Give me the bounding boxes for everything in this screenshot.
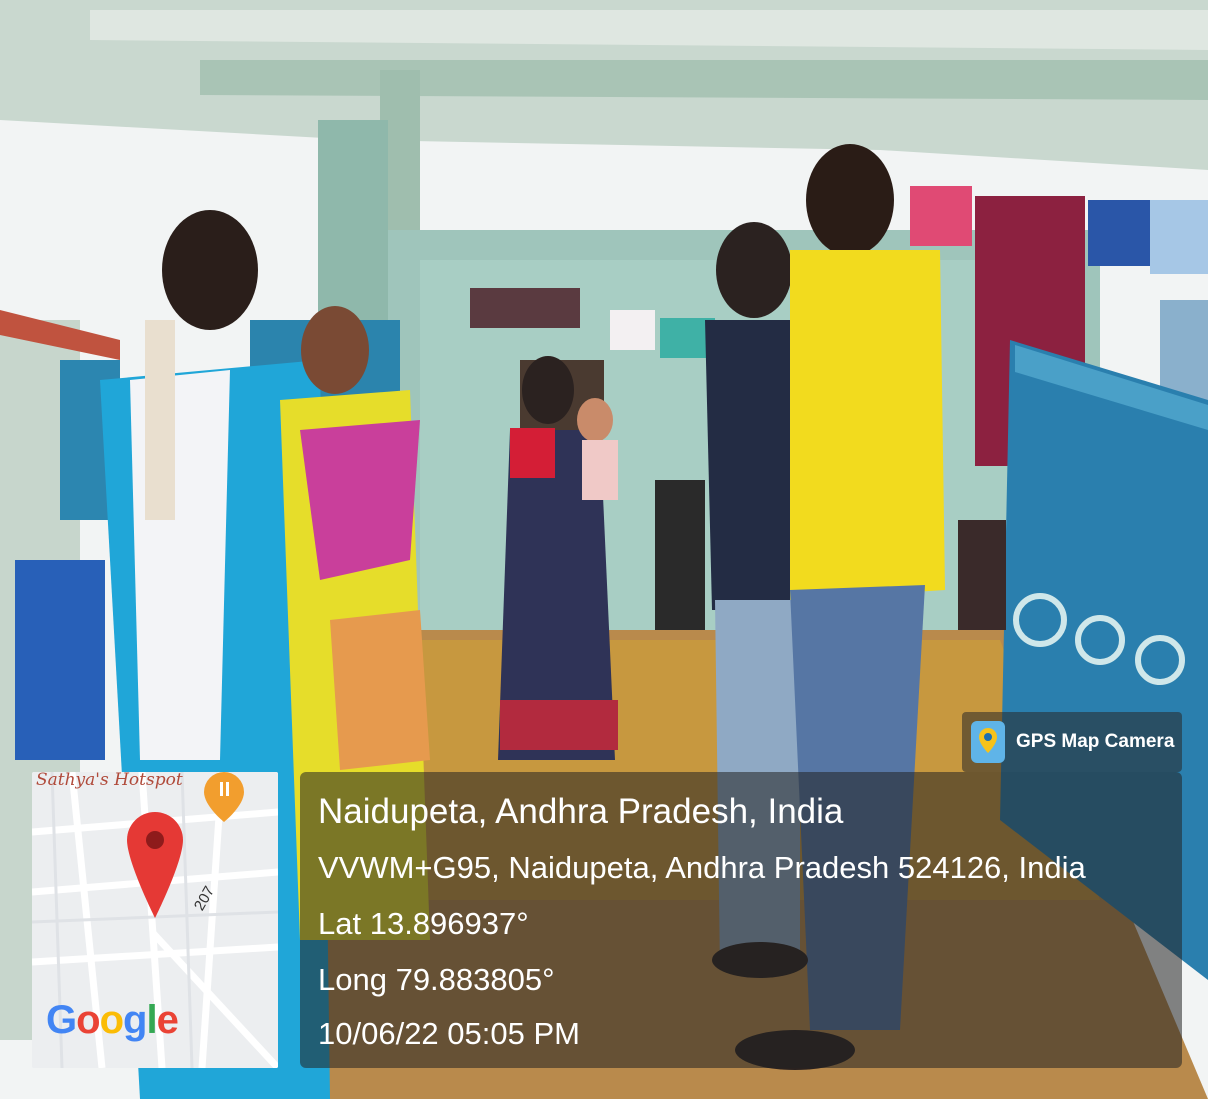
map-place-label: Sathya's Hotspot xyxy=(36,772,183,790)
location-info-panel: Naidupeta, Andhra Pradesh, India VVWM+G9… xyxy=(300,772,1182,1068)
gps-map-camera-icon xyxy=(971,721,1005,763)
location-map-thumbnail: Sathya's Hotspot 207 Google xyxy=(32,772,278,1068)
location-title: Naidupeta, Andhra Pradesh, India xyxy=(318,792,844,831)
location-address: VVWM+G95, Naidupeta, Andhra Pradesh 5241… xyxy=(318,850,1086,885)
timestamp: 10/06/22 05:05 PM xyxy=(318,1016,580,1051)
gps-app-name: GPS Map Camera xyxy=(1016,731,1175,752)
google-logo: Google xyxy=(46,998,179,1042)
longitude-readout: Long 79.883805° xyxy=(318,962,555,997)
latitude-readout: Lat 13.896937° xyxy=(318,906,529,941)
gps-map-camera-badge: GPS Map Camera xyxy=(962,712,1182,772)
